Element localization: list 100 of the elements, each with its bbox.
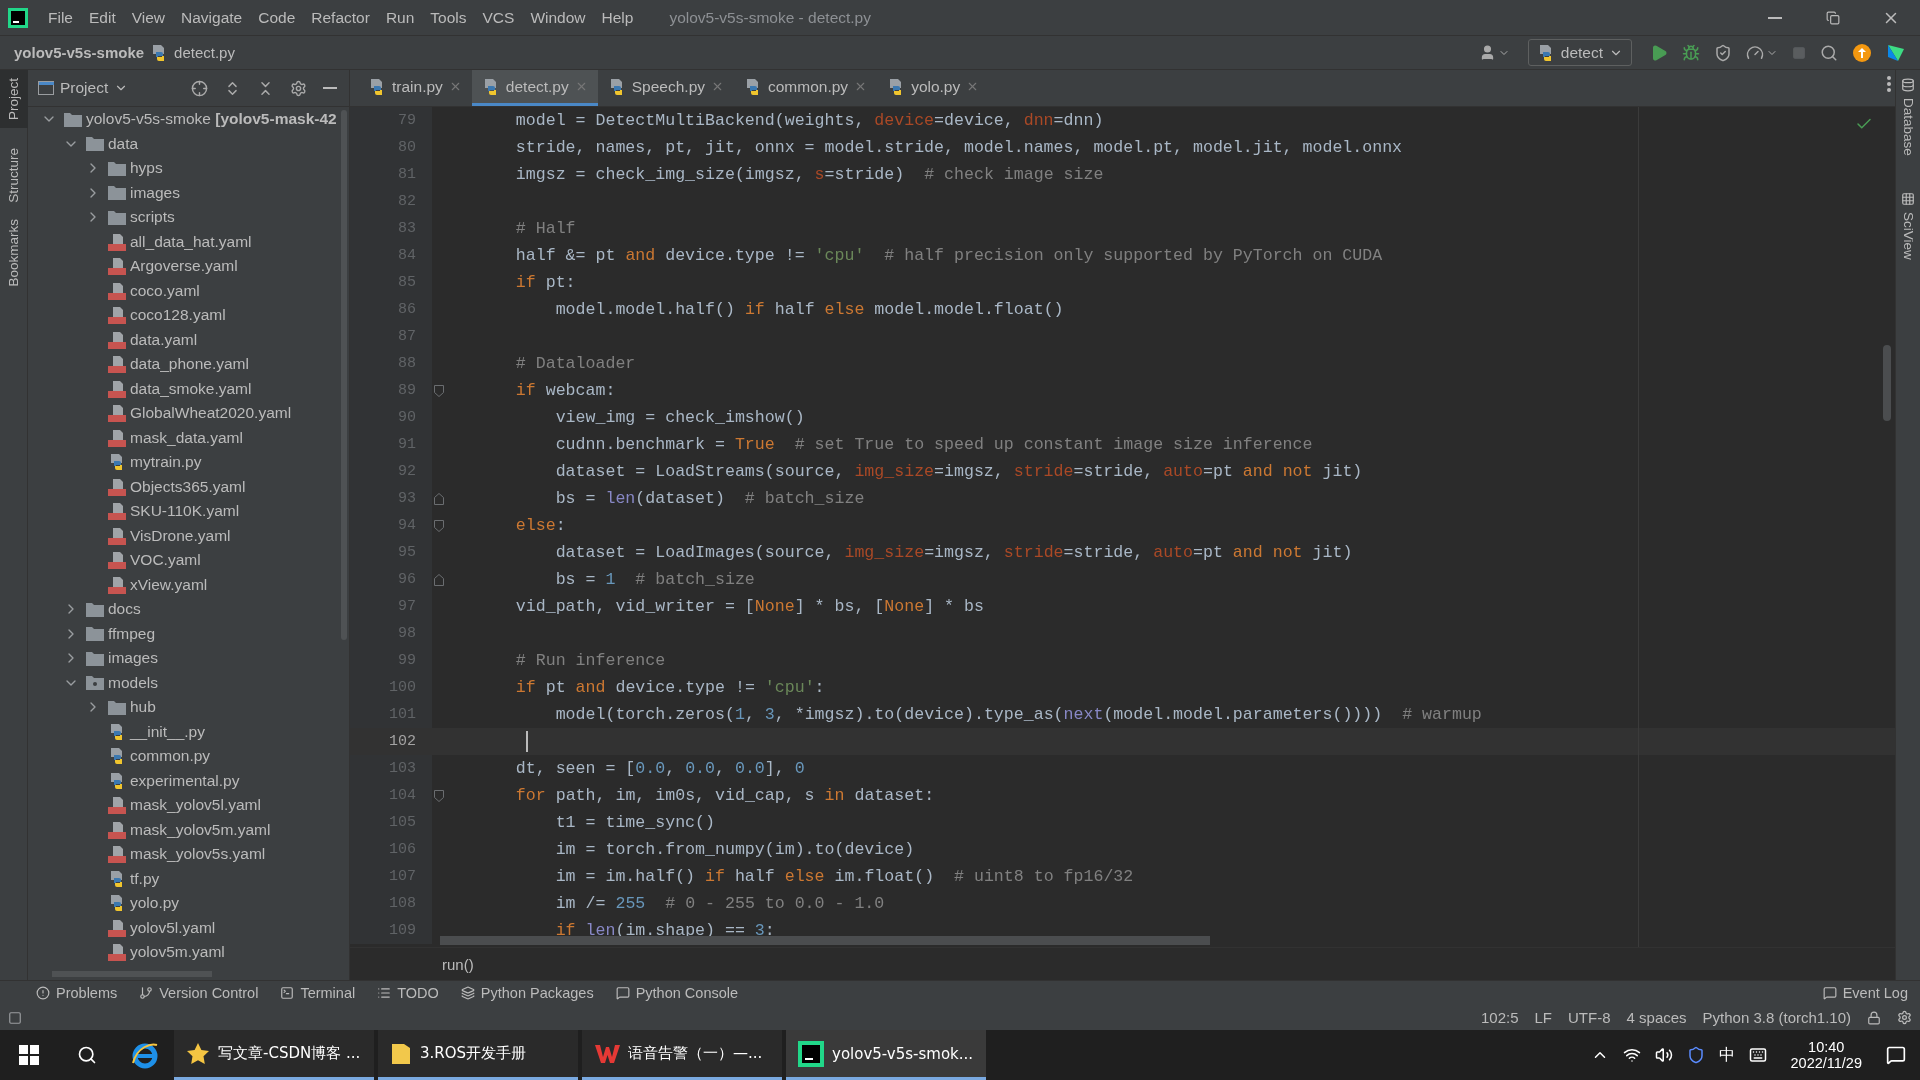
tool-window-button[interactable]: Terminal bbox=[280, 985, 356, 1001]
tree-item[interactable]: ffmpeg bbox=[28, 621, 349, 646]
tree-item[interactable]: all_data_hat.yaml bbox=[28, 229, 349, 254]
event-log-button[interactable]: Event Log bbox=[1822, 985, 1908, 1001]
tool-window-button[interactable]: Version Control bbox=[139, 985, 259, 1001]
tree-item[interactable]: data_smoke.yaml bbox=[28, 376, 349, 401]
tree-item[interactable]: mytrain.py bbox=[28, 450, 349, 475]
tree-item[interactable]: VisDrone.yaml bbox=[28, 523, 349, 548]
tree-item[interactable]: xView.yaml bbox=[28, 572, 349, 597]
tree-item[interactable]: hyps bbox=[28, 156, 349, 181]
menu-item[interactable]: File bbox=[40, 8, 81, 27]
tree-item[interactable]: data bbox=[28, 131, 349, 156]
scrollbar-thumb[interactable] bbox=[440, 936, 1210, 945]
tool-window-button[interactable]: TODO bbox=[377, 985, 439, 1001]
tool-window-tab[interactable]: Bookmarks bbox=[0, 210, 28, 295]
tree-item[interactable]: images bbox=[28, 646, 349, 671]
menu-item[interactable]: Code bbox=[250, 8, 304, 27]
tool-window-button[interactable]: Python Packages bbox=[460, 985, 594, 1001]
tree-item[interactable]: data.yaml bbox=[28, 327, 349, 352]
status-item[interactable]: 4 spaces bbox=[1626, 1009, 1687, 1026]
tree-item[interactable]: yolov5l.yaml bbox=[28, 915, 349, 940]
status-item[interactable]: UTF-8 bbox=[1568, 1009, 1611, 1026]
folder-icon bbox=[108, 209, 126, 225]
menu-item[interactable]: Edit bbox=[81, 8, 124, 27]
tree-item[interactable]: mask_yolov5m.yaml bbox=[28, 817, 349, 842]
yaml-file-icon bbox=[108, 428, 126, 447]
code-line: if pt and device.type != 'cpu': bbox=[514, 678, 825, 697]
breadcrumb-file[interactable]: detect.py bbox=[174, 44, 235, 61]
tree-item[interactable]: GlobalWheat2020.yaml bbox=[28, 401, 349, 426]
tool-window-tab[interactable]: Project bbox=[0, 70, 28, 129]
tree-item[interactable]: tf.py bbox=[28, 866, 349, 891]
tree-item[interactable]: scripts bbox=[28, 205, 349, 230]
tool-window-tab[interactable]: Structure bbox=[0, 140, 28, 211]
fold-end-icon[interactable] bbox=[434, 573, 444, 586]
star-icon bbox=[186, 1041, 210, 1066]
tree-item[interactable]: yolo.py bbox=[28, 891, 349, 916]
editor-tab[interactable]: Speech.py bbox=[597, 70, 734, 106]
project-view-dropdown[interactable]: Project bbox=[38, 79, 129, 97]
fold-icon[interactable] bbox=[434, 384, 444, 397]
editor-tab[interactable]: common.py bbox=[734, 70, 878, 106]
taskbar-app[interactable]: 语音告警（一）—... bbox=[582, 1030, 782, 1080]
tree-item[interactable]: mask_data.yaml bbox=[28, 425, 349, 450]
fold-end-icon[interactable] bbox=[434, 492, 444, 505]
tree-item[interactable]: __init__.py bbox=[28, 719, 349, 744]
tree-item[interactable]: yolov5m.yaml bbox=[28, 940, 349, 965]
tree-item[interactable]: data_phone.yaml bbox=[28, 352, 349, 377]
code-line: dataset = LoadStreams(source, img_size=imgsz, stride=stride, auto=pt and not jit) bbox=[554, 462, 1363, 481]
tree-item[interactable]: common.py bbox=[28, 744, 349, 769]
status-item[interactable]: Python 3.8 (torch1.10) bbox=[1702, 1009, 1851, 1026]
code-line: im = torch.from_numpy(im).to(device) bbox=[554, 840, 915, 859]
tree-item[interactable]: models bbox=[28, 670, 349, 695]
clock[interactable]: 10:40 2022/11/29 bbox=[1780, 1039, 1872, 1071]
status-item[interactable]: 102:5 bbox=[1480, 1009, 1519, 1026]
code-line: dataset = LoadImages(source, img_size=imgsz, stride=stride, auto=pt and not jit) bbox=[554, 543, 1353, 562]
editor-tab[interactable]: detect.py bbox=[471, 70, 598, 106]
tree-item[interactable]: images bbox=[28, 180, 349, 205]
tree-item[interactable]: coco.yaml bbox=[28, 278, 349, 303]
folder-icon bbox=[108, 160, 126, 176]
scrollbar-thumb[interactable] bbox=[1883, 345, 1891, 421]
code-line: for path, im, im0s, vid_cap, s in dataset: bbox=[514, 786, 935, 805]
fold-icon[interactable] bbox=[434, 519, 444, 532]
tree-item[interactable]: mask_yolov5l.yaml bbox=[28, 793, 349, 818]
search-icon bbox=[77, 1045, 97, 1065]
code-breadcrumb[interactable]: run() bbox=[442, 955, 474, 973]
yaml-file-icon bbox=[108, 918, 126, 937]
taskbar-app[interactable]: yolov5-v5s-smok... bbox=[786, 1030, 986, 1080]
tree-item[interactable]: SKU-110K.yaml bbox=[28, 499, 349, 524]
breadcrumb-project[interactable]: yolov5-v5s-smoke bbox=[14, 44, 145, 61]
window-title: yolov5-v5s-smoke - detect.py bbox=[669, 8, 872, 27]
menu-item[interactable]: Navigate bbox=[173, 8, 251, 27]
layout-icon bbox=[8, 1010, 22, 1025]
taskbar-app[interactable]: 写文章-CSDN博客 ... bbox=[174, 1030, 374, 1080]
editor-tab[interactable]: yolo.py bbox=[877, 70, 990, 106]
menu-item[interactable]: Window bbox=[522, 8, 594, 27]
run-configuration-dropdown[interactable]: detect bbox=[1527, 39, 1632, 66]
tree-item[interactable]: docs bbox=[28, 597, 349, 622]
status-item[interactable]: LF bbox=[1534, 1009, 1553, 1026]
menu-item[interactable]: View bbox=[123, 8, 174, 27]
menu-item[interactable]: Tools bbox=[422, 8, 475, 27]
tree-item[interactable]: VOC.yaml bbox=[28, 548, 349, 573]
tool-window-tab[interactable]: SciView bbox=[1894, 183, 1920, 268]
tool-window-button[interactable]: Problems bbox=[36, 985, 118, 1001]
editor-tab[interactable]: train.py bbox=[358, 70, 472, 106]
tree-item[interactable]: coco128.yaml bbox=[28, 303, 349, 328]
tree-item[interactable]: Objects365.yaml bbox=[28, 474, 349, 499]
menu-item[interactable]: Run bbox=[377, 8, 423, 27]
tool-window-tab[interactable]: Database bbox=[1894, 70, 1920, 164]
yaml-file-icon bbox=[108, 943, 126, 962]
menu-item[interactable]: Refactor bbox=[303, 8, 378, 27]
taskbar-app[interactable]: 3.ROS开发手册 bbox=[378, 1030, 578, 1080]
tree-item[interactable]: mask_yolov5s.yaml bbox=[28, 842, 349, 867]
menu-item[interactable]: VCS bbox=[474, 8, 523, 27]
tree-item[interactable]: experimental.py bbox=[28, 768, 349, 793]
input-method-indicator[interactable]: 中 bbox=[1718, 1044, 1735, 1066]
fold-icon[interactable] bbox=[434, 789, 444, 802]
tree-item[interactable]: yolov5-v5s-smoke [yolov5-mask-42 bbox=[28, 107, 349, 132]
tool-window-button[interactable]: Python Console bbox=[615, 985, 739, 1001]
tree-item[interactable]: hub bbox=[28, 695, 349, 720]
menu-item[interactable]: Help bbox=[593, 8, 642, 27]
tree-item[interactable]: Argoverse.yaml bbox=[28, 254, 349, 279]
